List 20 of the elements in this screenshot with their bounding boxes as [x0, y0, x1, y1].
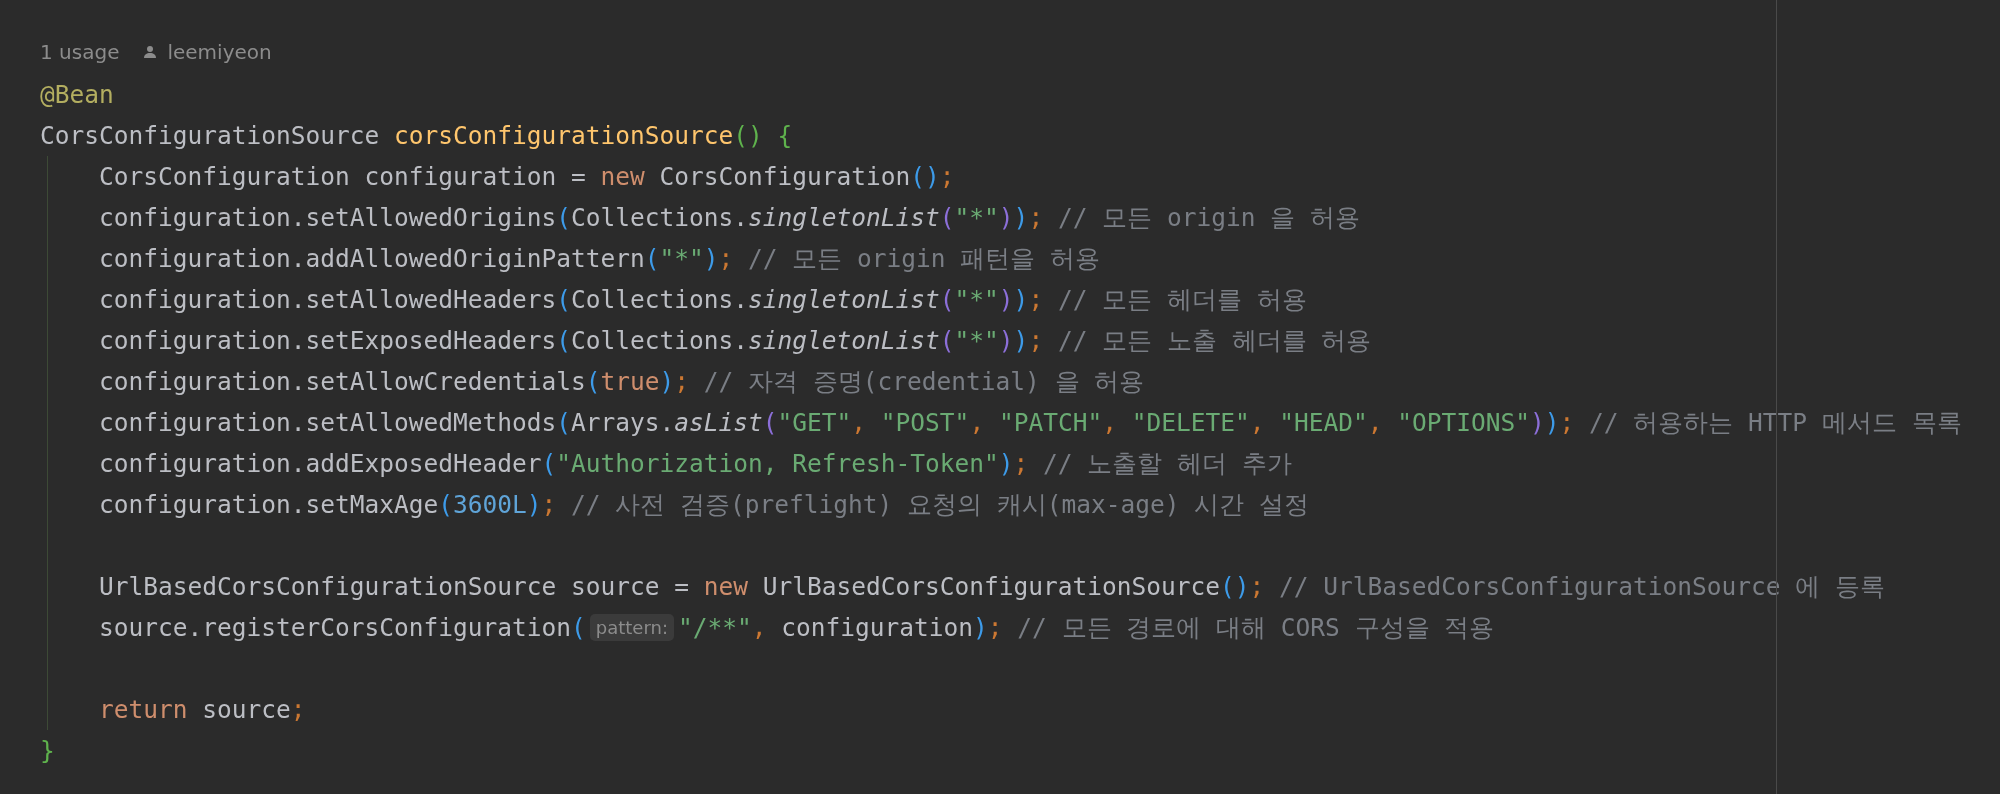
code-line: @Bean: [40, 80, 114, 109]
code-line: configuration.setAllowedOrigins(Collections.singletonList("*")); // 모든 origin 을 허용: [99, 202, 1360, 234]
code-line: configuration.setExposedHeaders(Collections.singletonList("*")); // 모든 노출 헤더를 허용: [99, 325, 1372, 357]
code-line: configuration.setAllowedMethods(Arrays.asList("GET", "POST", "PATCH", "DELETE", "HEAD", "OPTIONS")); // 허용하는 HTTP 메서드 목록: [99, 407, 1962, 439]
code-line: CorsConfigurationSource corsConfigurationSource() {: [40, 121, 793, 150]
code-line: source.registerCorsConfiguration(: [99, 613, 586, 642]
author-hint[interactable]: leemiyeon: [167, 40, 272, 64]
code-line: CorsConfiguration configuration = new CorsConfiguration();: [99, 162, 955, 191]
code-line: configuration.setAllowedHeaders(Collections.singletonList("*")); // 모든 헤더를 허용: [99, 284, 1307, 316]
code-line: configuration.setAllowCredentials(true); // 자격 증명(credential) 을 허용: [99, 366, 1145, 398]
code-line: return source;: [99, 695, 306, 724]
parameter-hint: pattern:: [589, 614, 674, 641]
code-line: UrlBasedCorsConfigurationSource source = new UrlBasedCorsConfigurationSource(); // UrlBasedCorsConfigurationSource 에 등록: [99, 571, 1886, 603]
code-line: "/**", configuration); // 모든 경로에 대해 CORS 구성을 적용: [678, 612, 1495, 644]
person-icon: [143, 45, 158, 59]
code-line: configuration.setMaxAge(3600L); // 사전 검증(preflight) 요청의 캐시(max-age) 시간 설정: [99, 489, 1310, 521]
code-line: }: [40, 736, 55, 765]
usages-hint[interactable]: 1 usage: [40, 40, 120, 64]
code-line: configuration.addExposedHeader("Authorization, Refresh-Token"); // 노출할 헤더 추가: [99, 448, 1292, 480]
code-line: configuration.addAllowedOriginPattern("*"); // 모든 origin 패턴을 허용: [99, 243, 1101, 275]
